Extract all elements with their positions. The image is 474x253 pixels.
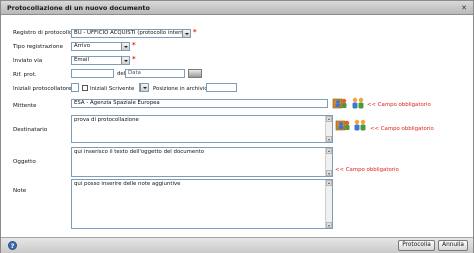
- users-group-icon[interactable]: [350, 96, 366, 110]
- mittente-value: ESA - Agenzia Spaziale Europea: [74, 100, 160, 106]
- annulla-button[interactable]: Annulla: [438, 240, 468, 251]
- window-title: Protocollazione di un nuovo documento: [7, 4, 150, 12]
- destinatario-textarea[interactable]: prova di protocollazione: [71, 115, 333, 143]
- title-bar: Protocollazione di un nuovo documento ✕: [1, 1, 473, 15]
- mittente-warning: << Campo obbligatorio: [367, 102, 431, 108]
- label-rif-prot: Rif. prot.: [13, 72, 37, 78]
- scroll-up-icon[interactable]: [326, 116, 332, 122]
- oggetto-warning: << Campo obbligatorio: [335, 167, 399, 173]
- data-input[interactable]: Data: [125, 69, 185, 78]
- label-mittente: Mittente: [13, 103, 37, 109]
- label-iniziali: Iniziali protocollatore: [13, 86, 72, 92]
- calendar-icon[interactable]: [188, 69, 202, 78]
- note-value: qui posso inserire delle note aggiuntive: [74, 181, 181, 187]
- label-posizione: Posizione in archivio: [153, 86, 208, 92]
- chevron-down-icon[interactable]: [182, 30, 190, 37]
- inviato-select[interactable]: Email: [71, 56, 130, 65]
- tipo-select[interactable]: Arrivo: [71, 42, 130, 51]
- protocol-dialog: Protocollazione di un nuovo documento ✕ …: [0, 0, 474, 253]
- required-mark: *: [132, 41, 136, 49]
- note-textarea[interactable]: qui posso inserire delle note aggiuntive: [71, 179, 333, 229]
- mittente-input[interactable]: ESA - Agenzia Spaziale Europea: [71, 99, 328, 108]
- chevron-down-icon[interactable]: [121, 57, 129, 64]
- chevron-down-icon[interactable]: [140, 84, 148, 91]
- oggetto-textarea[interactable]: qui inserisco il testo dell'oggetto del …: [71, 147, 333, 177]
- registro-select[interactable]: BU - UFFICIO ACQUISTI (protocollo intern…: [71, 29, 191, 38]
- dialog-footer: ? Protocolla Annulla: [1, 237, 473, 253]
- label-destinatario: Destinatario: [13, 127, 48, 133]
- label-note: Note: [13, 188, 27, 194]
- users-group-icon[interactable]: [352, 118, 368, 132]
- close-icon[interactable]: ✕: [460, 4, 468, 12]
- label-tipo: Tipo registrazione: [13, 44, 64, 50]
- oggetto-value: qui inserisco il testo dell'oggetto del …: [74, 149, 205, 155]
- address-book-icon[interactable]: [335, 118, 351, 132]
- label-registro: Registro di protocollo: [13, 30, 73, 36]
- label-iniziali-scrivente: Iniziali Scrivente: [90, 86, 135, 92]
- inviato-value: Email: [74, 57, 89, 63]
- label-del: del: [117, 71, 126, 77]
- data-placeholder: Data: [128, 70, 141, 76]
- tipo-value: Arrivo: [74, 43, 91, 49]
- rif-prot-input[interactable]: [71, 69, 114, 78]
- help-icon[interactable]: ?: [8, 241, 17, 250]
- destinatario-warning: << Campo obbligatorio: [370, 126, 434, 132]
- scrollbar[interactable]: [325, 148, 332, 176]
- scroll-up-icon[interactable]: [326, 148, 332, 154]
- iniziali-input[interactable]: [71, 83, 79, 92]
- destinatario-value: prova di protocollazione: [74, 117, 139, 123]
- label-inviato: Inviato via: [13, 58, 43, 64]
- required-mark: *: [193, 28, 197, 36]
- required-mark: *: [132, 55, 136, 63]
- scroll-down-icon[interactable]: [326, 170, 332, 176]
- iniziali-scrivente-select[interactable]: [139, 83, 149, 92]
- protocolla-button[interactable]: Protocolla: [398, 240, 435, 251]
- scroll-down-icon[interactable]: [326, 222, 332, 228]
- scrollbar[interactable]: [325, 116, 332, 142]
- posizione-input[interactable]: [206, 83, 237, 92]
- registro-value: BU - UFFICIO ACQUISTI (protocollo intern…: [74, 30, 190, 36]
- scrollbar[interactable]: [325, 180, 332, 228]
- chevron-down-icon[interactable]: [121, 43, 129, 50]
- label-oggetto: Oggetto: [13, 159, 36, 165]
- iniziali-scrivente-checkbox[interactable]: [82, 85, 88, 91]
- scroll-up-icon[interactable]: [326, 180, 332, 186]
- address-book-icon[interactable]: [332, 96, 348, 110]
- scroll-down-icon[interactable]: [326, 136, 332, 142]
